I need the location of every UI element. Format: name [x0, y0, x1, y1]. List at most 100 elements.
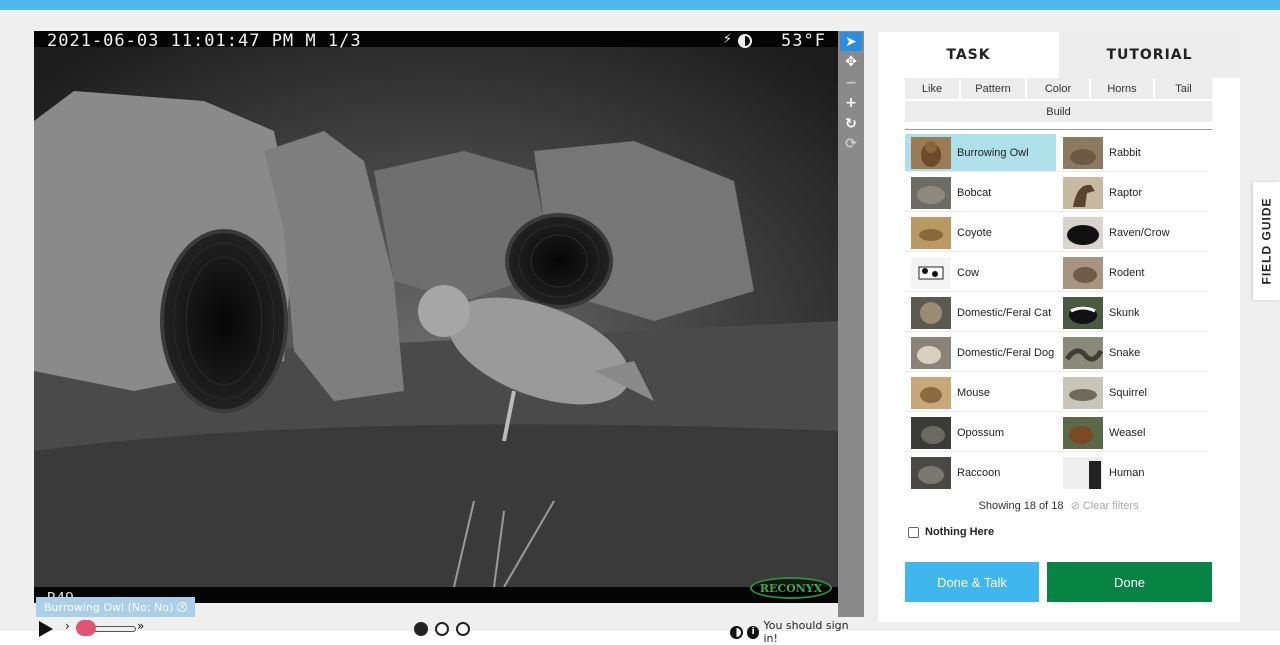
camera-timestamp: 2021-06-03 11:01:47 PM M 1/3 [47, 31, 362, 51]
contrast-icon[interactable] [730, 625, 743, 639]
frame-dot-2[interactable] [435, 622, 449, 636]
choice-human[interactable]: Human [1057, 454, 1208, 489]
frame-dot-3[interactable] [456, 622, 470, 636]
filter-like[interactable]: Like [905, 78, 959, 99]
choice-domestic-feral-cat[interactable]: Domestic/Feral Cat [905, 294, 1056, 332]
cat-thumbnail [911, 296, 951, 329]
choice-label: Raptor [1109, 186, 1143, 199]
choice-label: Rodent [1109, 266, 1145, 279]
reset-icon[interactable]: ⟳ [840, 134, 862, 153]
camera-brand-logo: RECONYX [750, 577, 832, 599]
choice-label: Domestic/Feral Dog [957, 346, 1055, 359]
rotate-icon[interactable]: ↻ [840, 114, 862, 133]
task-panel: TASK TUTORIAL Like Pattern Color Horns T… [878, 32, 1240, 622]
choice-label: Mouse [957, 386, 991, 399]
opossum-thumbnail [911, 416, 951, 449]
rodent-thumbnail [1063, 256, 1103, 289]
info-icon[interactable]: i [746, 625, 760, 639]
choice-raven-crow[interactable]: Raven/Crow [1057, 214, 1208, 252]
play-icon[interactable] [39, 621, 53, 637]
choice-label: Rabbit [1109, 146, 1141, 159]
zoom-out-icon[interactable]: − [840, 73, 862, 92]
filter-horns[interactable]: Horns [1091, 78, 1153, 99]
choice-label: Raccoon [957, 466, 1001, 479]
choice-coyote[interactable]: Coyote [905, 214, 1056, 252]
filter-color[interactable]: Color [1027, 78, 1089, 99]
viewer-extra-controls: i You should sign in! [730, 619, 864, 645]
filter-build[interactable]: Build [905, 101, 1212, 122]
flash-icon: ⚡ [722, 32, 732, 47]
choice-label: Weasel [1109, 426, 1146, 439]
choice-opossum[interactable]: Opossum [905, 414, 1056, 452]
subject-image-viewer[interactable]: 2021-06-03 11:01:47 PM M 1/3 ⚡ 53°F R49 … [34, 31, 838, 603]
choice-snake[interactable]: Snake [1057, 334, 1208, 372]
choice-rabbit[interactable]: Rabbit [1057, 134, 1208, 172]
playback-controls: › » i You should sign in! [34, 619, 864, 645]
frame-dot-1[interactable] [414, 622, 428, 636]
choice-domestic-feral-dog[interactable]: Domestic/Feral Dog [905, 334, 1056, 372]
filter-pattern[interactable]: Pattern [961, 78, 1025, 99]
rabbit-thumbnail [1063, 136, 1103, 169]
coyote-thumbnail [911, 216, 951, 249]
raven-crow-thumbnail [1063, 216, 1103, 249]
subject-annotation-chip[interactable]: Burrowing Owl (No; No) ✕ [36, 597, 196, 617]
raptor-thumbnail [1063, 176, 1103, 209]
nothing-here-option[interactable]: Nothing Here [908, 526, 994, 538]
choice-label: Snake [1109, 346, 1141, 359]
field-guide-label: FIELD GUIDE [1259, 197, 1274, 285]
move-icon[interactable]: ✥ [840, 52, 862, 71]
choice-raccoon[interactable]: Raccoon [905, 454, 1056, 489]
clear-filters-label: Clear filters [1082, 500, 1139, 512]
choice-cow[interactable]: Cow [905, 254, 1056, 292]
filter-tail[interactable]: Tail [1155, 78, 1212, 99]
tab-task[interactable]: TASK [878, 32, 1059, 78]
burrowing-owl-thumbnail [911, 136, 951, 169]
choice-bobcat[interactable]: Bobcat [905, 174, 1056, 212]
speed-slider-thumb[interactable] [76, 620, 96, 636]
signin-prompt: You should sign in! [763, 619, 849, 645]
filter-bar: Like Pattern Color Horns Tail Build [905, 78, 1212, 130]
tab-tutorial[interactable]: TUTORIAL [1059, 32, 1240, 78]
filter-divider [905, 129, 1212, 130]
raccoon-thumbnail [911, 456, 951, 489]
pointer-icon[interactable]: ➤ [840, 32, 862, 51]
zoom-in-icon[interactable]: + [840, 93, 862, 112]
dog-thumbnail [911, 336, 951, 369]
choice-label: Burrowing Owl [957, 146, 1029, 159]
trail-camera-image [34, 31, 838, 603]
nothing-here-label: Nothing Here [925, 526, 995, 538]
human-thumbnail [1063, 456, 1103, 489]
choice-label: Squirrel [1109, 386, 1147, 399]
panel-tabs: TASK TUTORIAL [878, 32, 1240, 78]
clear-filters-button[interactable]: ⊘ Clear filters [1071, 500, 1139, 512]
top-accent-bar [0, 0, 1280, 10]
choice-label: Skunk [1109, 306, 1140, 319]
field-guide-tab[interactable]: FIELD GUIDE [1253, 182, 1280, 300]
choice-squirrel[interactable]: Squirrel [1057, 374, 1208, 412]
choice-weasel[interactable]: Weasel [1057, 414, 1208, 452]
done-and-talk-button[interactable]: Done & Talk [905, 562, 1039, 602]
choice-label: Raven/Crow [1109, 226, 1170, 239]
choice-label: Coyote [957, 226, 992, 239]
choice-rodent[interactable]: Rodent [1057, 254, 1208, 292]
snake-thumbnail [1063, 336, 1103, 369]
frame-selector [414, 622, 470, 636]
camera-temperature: 53°F [781, 31, 826, 51]
moon-phase-icon [738, 34, 752, 48]
species-choices: Burrowing Owl Rabbit Bobcat Raptor Coyot… [905, 134, 1212, 489]
choice-label: Bobcat [957, 186, 992, 199]
choice-burrowing-owl[interactable]: Burrowing Owl [905, 134, 1056, 172]
weasel-thumbnail [1063, 416, 1103, 449]
choice-mouse[interactable]: Mouse [905, 374, 1056, 412]
choice-raptor[interactable]: Raptor [1057, 174, 1208, 212]
bobcat-thumbnail [911, 176, 951, 209]
done-button[interactable]: Done [1047, 562, 1212, 602]
nothing-here-checkbox[interactable] [908, 526, 919, 538]
cow-thumbnail [911, 256, 951, 289]
choice-skunk[interactable]: Skunk [1057, 294, 1208, 332]
remove-chip-icon[interactable]: ✕ [177, 602, 188, 612]
choice-label: Cow [957, 266, 980, 279]
choice-label: Domestic/Feral Cat [957, 306, 1052, 319]
squirrel-thumbnail [1063, 376, 1103, 409]
classify-page: 2021-06-03 11:01:47 PM M 1/3 ⚡ 53°F R49 … [0, 10, 1280, 645]
